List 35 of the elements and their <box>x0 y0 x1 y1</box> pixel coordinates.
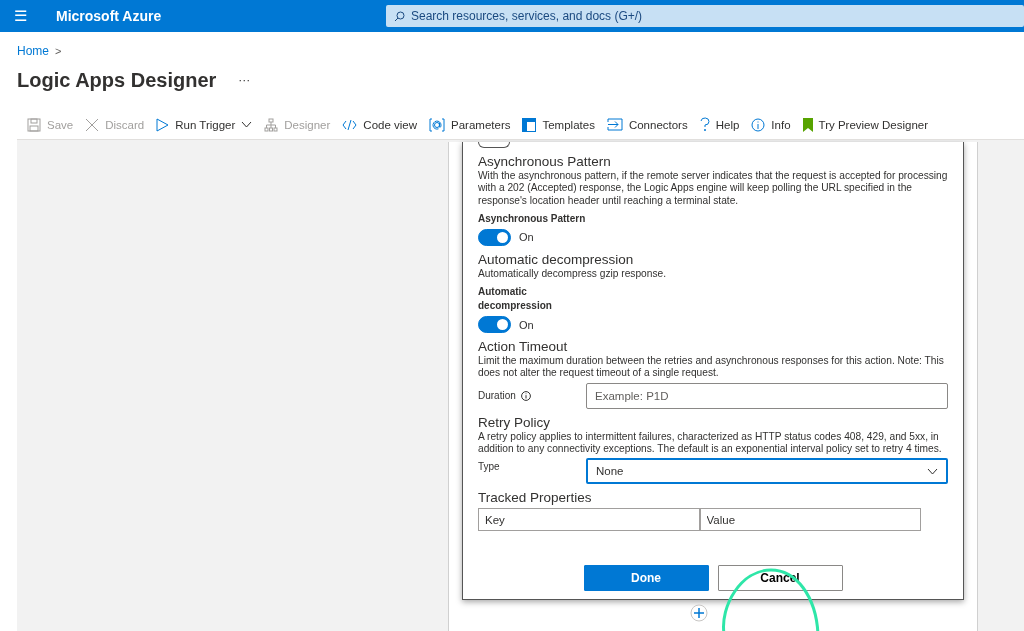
toggle-label: Asynchronous Pattern <box>478 211 587 226</box>
section-description: Limit the maximum duration between the retries and asynchronous responses for this action. Note: This does not alter the request timeout of a single request. <box>478 355 945 380</box>
toolbar-button[interactable]: Info <box>745 110 797 139</box>
section-title: Asynchronous Pattern <box>478 154 612 170</box>
toolbar-button[interactable]: Help <box>693 110 746 139</box>
breadcrumb-link[interactable]: Home <box>17 44 49 58</box>
field-label: Duration <box>478 390 516 402</box>
done-button[interactable]: Done <box>583 565 709 592</box>
toolbar-button[interactable]: Templates <box>516 110 601 139</box>
section-description: With the asynchronous pattern, if the remote server indicates that the request is accepted for processing with a 202 (Accepted) response, the Logic Apps engine will keep polling the URL specified in the response's location header until reaching a terminal state. <box>478 170 948 207</box>
value-field[interactable]: Value <box>699 508 921 532</box>
duration-field[interactable]: Example: P1D <box>586 382 948 409</box>
field-label: Type <box>478 461 500 473</box>
more-button[interactable]: ··· <box>238 73 251 87</box>
section-title: Tracked Properties <box>478 490 593 507</box>
section-title: Action Timeout <box>478 339 569 356</box>
toolbar-button[interactable]: Parameters <box>423 110 517 139</box>
toggle-state: On <box>519 231 534 244</box>
breadcrumb-separator: > <box>55 45 62 57</box>
key-field[interactable]: Key <box>478 508 700 532</box>
toggle-label: Automatic decompression <box>478 285 553 314</box>
toggle-state: On <box>519 318 534 331</box>
toolbar-button[interactable]: Connectors <box>600 110 694 139</box>
section-title: Retry Policy <box>478 414 551 431</box>
toolbar-button[interactable]: Try Preview Designer <box>796 110 935 139</box>
brand-name: Microsoft Azure <box>56 8 163 24</box>
section-description: A retry policy applies to intermittent failures, characterized as HTTP status codes 408, 429, and 5xx, in addition to any connectivity exceptions. The default is an exponential interval policy set to retry 4 times. <box>478 430 943 456</box>
menu-icon[interactable]: ☰ <box>0 7 40 25</box>
search-field[interactable]: Search resources, services, and docs (G+/) <box>386 5 1024 27</box>
toolbar-button[interactable]: Code view <box>336 110 424 139</box>
section-description: Automatically decompress gzip response. <box>478 267 667 281</box>
toolbar-button[interactable]: Run Trigger <box>150 110 259 139</box>
type-dropdown[interactable]: None <box>586 458 948 485</box>
section-title: Automatic decompression <box>478 251 635 268</box>
page-title: Logic Apps Designer <box>17 68 217 92</box>
